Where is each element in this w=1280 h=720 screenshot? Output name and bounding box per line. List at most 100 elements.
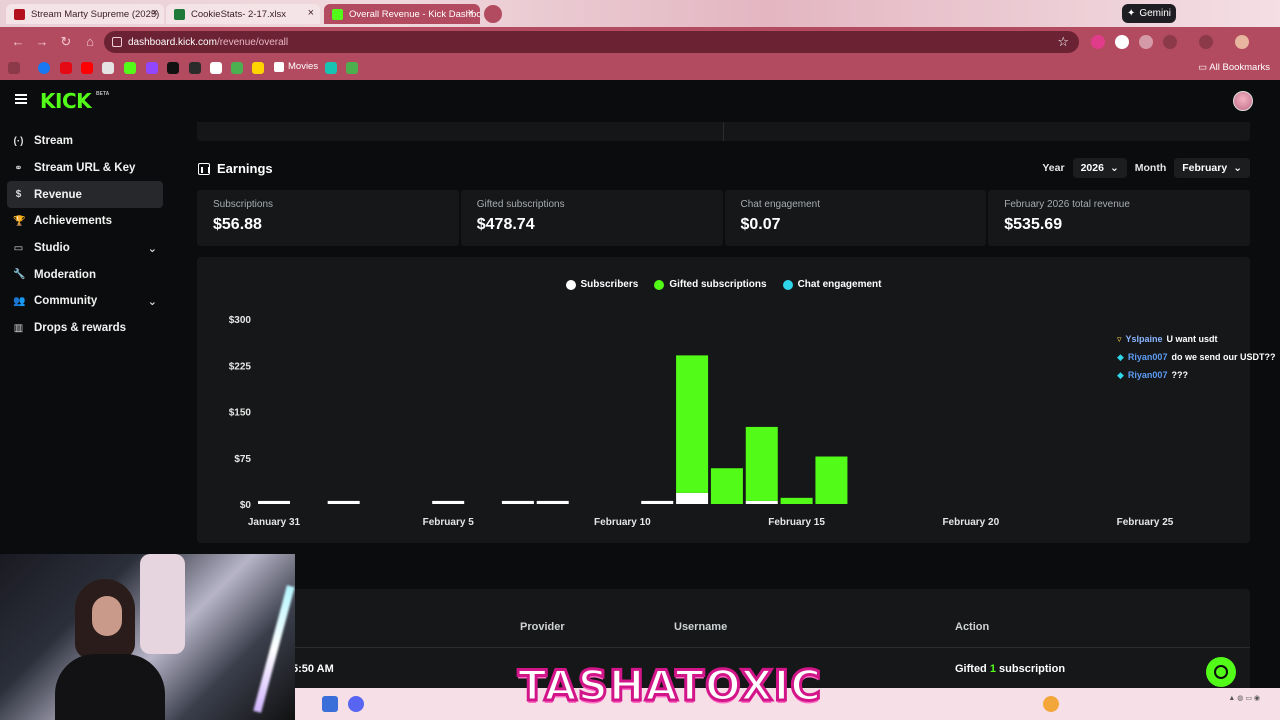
- month-select[interactable]: February ⌄: [1174, 158, 1250, 178]
- bookmark-netflix-icon[interactable]: [60, 62, 72, 74]
- x-tick-label: February 5: [423, 517, 475, 528]
- bookmark-apps-icon[interactable]: [8, 62, 20, 74]
- bar-gifted-subscriptions[interactable]: [815, 456, 848, 504]
- sidebar-item-studio[interactable]: ▭ Studio ⌄: [7, 235, 163, 262]
- chat-username: Yslpaine: [1125, 334, 1163, 344]
- close-icon[interactable]: ×: [152, 7, 158, 19]
- user-avatar[interactable]: [1233, 91, 1253, 111]
- year-select[interactable]: 2026 ⌄: [1072, 158, 1127, 178]
- browser-tab-cookiestats[interactable]: CookieStats- 2-17.xlsx ×: [166, 4, 320, 24]
- tab-favicon: [174, 8, 185, 20]
- wrench-icon: 🔧: [13, 269, 26, 281]
- stat-chat-engagement: Chat engagement $0.07: [724, 190, 987, 246]
- gift-icon: ▥: [13, 322, 24, 334]
- bookmark-instagram-icon[interactable]: [102, 62, 114, 74]
- x-tick-label: February 10: [594, 517, 651, 528]
- sidebar-item-stream[interactable]: (·) Stream: [7, 128, 163, 155]
- bookmark-star-icon[interactable]: ☆: [1057, 34, 1069, 50]
- taskbar-app-icon[interactable]: [322, 696, 338, 712]
- bookmarks-bar: Movies ▭ All Bookmarks: [0, 57, 1280, 80]
- bookmark-icon[interactable]: [346, 62, 358, 74]
- bookmark-facebook-icon[interactable]: [38, 62, 50, 74]
- sidebar-item-community[interactable]: 👥 Community ⌄: [7, 288, 163, 315]
- users-icon: 👥: [13, 296, 26, 308]
- bookmark-icon[interactable]: [325, 62, 337, 74]
- bookmark-icon[interactable]: [252, 62, 264, 74]
- bookmark-icon[interactable]: [231, 62, 243, 74]
- bookmark-kick-icon[interactable]: [124, 62, 136, 74]
- bookmark-youtube-icon[interactable]: [81, 62, 93, 74]
- extension-icon[interactable]: [1091, 35, 1105, 49]
- extension-icon[interactable]: [1163, 35, 1177, 49]
- kick-logo[interactable]: KICK: [40, 89, 92, 113]
- bar-subscribers[interactable]: [258, 500, 290, 504]
- discord-icon[interactable]: [348, 696, 364, 712]
- sidebar-item-stream-url-key[interactable]: ⚭ Stream URL & Key: [7, 155, 163, 182]
- bar-gifted-subscriptions[interactable]: [710, 468, 743, 504]
- menu-icon[interactable]: [15, 94, 27, 104]
- support-chat-button[interactable]: [1206, 657, 1236, 687]
- chat-text: U want usdt: [1166, 334, 1218, 344]
- bar-gifted-subscriptions[interactable]: [676, 355, 709, 493]
- chevron-down-icon[interactable]: ⌄: [148, 242, 157, 255]
- gemini-button[interactable]: ✦ Gemini: [1122, 4, 1176, 23]
- bookmark-icon[interactable]: [189, 62, 201, 74]
- chat-badge-icon: ◆: [1117, 369, 1124, 380]
- bar-gifted-subscriptions[interactable]: [745, 426, 778, 501]
- bar-subscribers[interactable]: [676, 492, 709, 504]
- tab-favicon: [332, 8, 343, 20]
- bookmark-icon[interactable]: [210, 62, 222, 74]
- bar-subscribers[interactable]: [745, 500, 778, 504]
- back-icon[interactable]: ←: [10, 34, 26, 50]
- profile-avatar-icon[interactable]: [1235, 35, 1249, 49]
- sidebar-item-label: Studio: [34, 242, 70, 255]
- reload-icon[interactable]: ↻: [58, 34, 74, 50]
- bar-subscribers[interactable]: [501, 500, 534, 504]
- extension-icon[interactable]: [1115, 35, 1129, 49]
- x-tick-label: February 15: [768, 517, 825, 528]
- x-tick-label: January 31: [248, 517, 301, 528]
- browser-tab-kick[interactable]: Overall Revenue - Kick Dashbo ×: [324, 4, 480, 24]
- new-tab-button[interactable]: [484, 5, 502, 23]
- address-bar[interactable]: dashboard.kick.com/revenue/overall ☆: [104, 31, 1079, 53]
- sidebar-item-moderation[interactable]: 🔧 Moderation: [7, 261, 163, 288]
- studio-icon: ▭: [13, 242, 24, 254]
- sidebar-item-label: Stream: [34, 135, 73, 148]
- bar-subscribers[interactable]: [432, 500, 465, 504]
- bar-subscribers[interactable]: [327, 500, 360, 504]
- forward-icon[interactable]: →: [34, 34, 50, 50]
- chat-text: ???: [1171, 370, 1188, 380]
- bar-subscribers[interactable]: [536, 500, 569, 504]
- extension-icon[interactable]: [1199, 35, 1213, 49]
- bookmark-twitch-icon[interactable]: [146, 62, 158, 74]
- all-bookmarks-button[interactable]: ▭ All Bookmarks: [1198, 62, 1270, 73]
- stat-subscriptions: Subscriptions $56.88: [197, 190, 459, 246]
- stats-row: Subscriptions $56.88 Gifted subscription…: [197, 190, 1250, 246]
- sidebar-item-revenue[interactable]: $ Revenue: [7, 181, 163, 209]
- earnings-heading: Earnings: [198, 161, 273, 176]
- close-icon[interactable]: ×: [468, 7, 474, 19]
- bar-subscribers[interactable]: [641, 500, 674, 504]
- weather-icon[interactable]: [1043, 696, 1059, 712]
- dollar-icon: $: [15, 189, 22, 201]
- stat-gifted-subscriptions: Gifted subscriptions $478.74: [460, 190, 723, 246]
- broadcast-icon: (·): [13, 136, 24, 147]
- home-icon[interactable]: ⌂: [82, 34, 98, 50]
- chat-username: Riyan007: [1127, 352, 1168, 362]
- tab-title: CookieStats- 2-17.xlsx: [191, 8, 287, 20]
- browser-tab-marty[interactable]: Stream Marty Supreme (2025) ×: [6, 4, 164, 24]
- site-info-icon[interactable]: [112, 37, 122, 47]
- chevron-down-icon[interactable]: ⌄: [148, 295, 157, 308]
- bookmark-movies[interactable]: Movies: [274, 61, 318, 72]
- sidebar: (·) Stream ⚭ Stream URL & Key $ Revenue …: [7, 128, 163, 342]
- bar-gifted-subscriptions[interactable]: [780, 497, 813, 504]
- sidebar-item-drops-rewards[interactable]: ▥ Drops & rewards: [7, 315, 163, 342]
- column-header-username: Username: [674, 621, 728, 633]
- sidebar-item-achievements[interactable]: 🏆 Achievements: [7, 208, 163, 235]
- bookmark-x-icon[interactable]: [167, 62, 179, 74]
- extension-icon[interactable]: [1139, 35, 1153, 49]
- close-icon[interactable]: ×: [308, 7, 314, 19]
- trophy-icon: 🏆: [13, 216, 26, 228]
- y-tick-label: $150: [229, 408, 252, 419]
- browser-tab-bar: Stream Marty Supreme (2025) × CookieStat…: [0, 0, 1280, 27]
